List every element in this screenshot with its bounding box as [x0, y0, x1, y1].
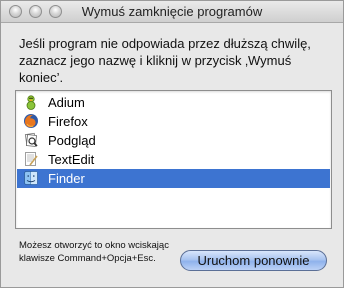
app-name: Adium — [48, 95, 85, 110]
app-name: Firefox — [48, 114, 88, 129]
keyboard-shortcut-hint: Możesz otworzyć to okno wciskając klawis… — [19, 240, 169, 264]
textedit-icon — [25, 152, 38, 166]
list-item-textedit[interactable]: TextEdit — [17, 150, 330, 169]
app-name: Podgląd — [48, 133, 96, 148]
adium-duck-icon — [26, 95, 36, 110]
app-name: TextEdit — [48, 152, 95, 167]
finder-icon — [24, 171, 38, 185]
list-item-podglad[interactable]: Podgląd — [17, 131, 330, 150]
list-item-adium[interactable]: Adium — [17, 93, 330, 112]
relaunch-button[interactable]: Uruchom ponownie — [180, 250, 327, 271]
preview-icon — [24, 132, 38, 147]
app-name: Finder — [48, 171, 85, 186]
instruction-text: Jeśli program nie odpowiada przez dłuższ… — [19, 36, 311, 85]
list-item-firefox[interactable]: Firefox — [17, 112, 330, 131]
window-title: Wymuś zamknięcie programów — [81, 4, 263, 19]
firefox-icon — [24, 114, 38, 128]
list-item-finder[interactable]: Finder — [17, 169, 330, 188]
force-quit-window: Wymuś zamknięcie programów Jeśli program… — [0, 0, 344, 288]
title-bar[interactable]: Wymuś zamknięcie programów — [1, 1, 343, 23]
application-list[interactable]: Adium Firefox Podgląd TextEdit Finder — [15, 90, 332, 229]
